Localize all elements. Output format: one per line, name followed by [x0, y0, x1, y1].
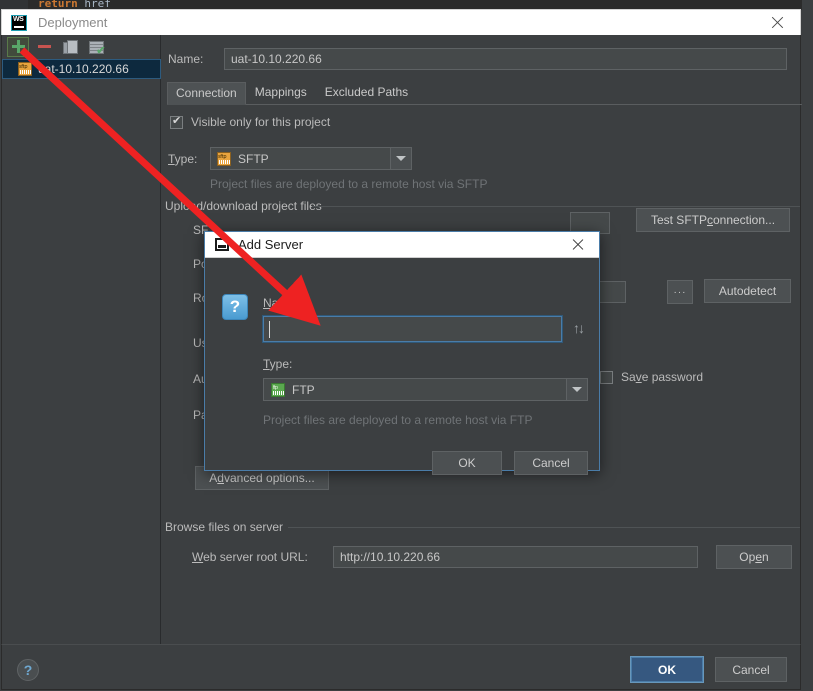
window-title: Deployment	[38, 15, 108, 30]
visible-only-checkbox[interactable]	[170, 115, 183, 129]
type-hint: Project files are deployed to a remote h…	[210, 177, 488, 191]
add-server-dialog: Add Server ? Name: ↑↓ Type: FTP Project …	[204, 231, 600, 475]
settings-tabs: Connection Mappings Excluded Paths	[167, 82, 802, 105]
web-root-input[interactable]: http://10.10.220.66	[333, 546, 698, 568]
add-server-body: ? Name: ↑↓ Type: FTP Project files are d…	[205, 258, 599, 475]
tab-mappings[interactable]: Mappings	[246, 81, 316, 104]
copy-icon	[63, 39, 78, 54]
add-server-button[interactable]	[7, 36, 29, 57]
server-icon	[215, 238, 229, 251]
visible-only-checkbox-row[interactable]: Visible only for this project	[170, 115, 330, 129]
question-mark-icon[interactable]: ?	[222, 294, 248, 320]
dialog-footer: ? OK Cancel	[1, 644, 801, 690]
name-row: Name: uat-10.10.220.66	[168, 48, 787, 70]
ftp-icon	[271, 382, 285, 397]
chevron-down-icon[interactable]	[566, 379, 587, 400]
cancel-button[interactable]: Cancel	[715, 657, 787, 682]
modal-name-input[interactable]	[262, 315, 563, 343]
text-caret	[269, 321, 270, 338]
close-icon[interactable]	[768, 14, 786, 32]
window-titlebar: Deployment	[1, 9, 801, 35]
save-password-label: Save password	[621, 370, 704, 384]
tab-connection[interactable]: Connection	[167, 82, 246, 105]
sftp-icon	[18, 62, 32, 76]
name-input[interactable]: uat-10.10.220.66	[224, 48, 787, 70]
deployment-dialog-window: return href Deployment uat-10.10.220.66	[0, 0, 813, 691]
type-combobox[interactable]: SFTP	[210, 147, 412, 170]
tab-excluded-paths[interactable]: Excluded Paths	[316, 81, 417, 104]
remove-server-button[interactable]	[33, 37, 55, 57]
help-button[interactable]: ?	[17, 659, 39, 681]
list-item[interactable]: uat-10.10.220.66	[2, 59, 161, 79]
web-root-label: Web server root URL:	[192, 550, 308, 564]
copy-server-button[interactable]	[59, 37, 81, 57]
modal-cancel-button[interactable]: Cancel	[514, 451, 588, 475]
server-list-toolbar	[2, 35, 161, 58]
up-down-arrows-icon[interactable]: ↑↓	[573, 320, 585, 336]
modal-ok-button[interactable]: OK	[432, 451, 502, 475]
name-label: Name:	[168, 52, 204, 66]
browse-button[interactable]: ···	[667, 280, 693, 304]
modal-type-hint: Project files are deployed to a remote h…	[263, 413, 533, 427]
save-password-checkbox[interactable]	[600, 370, 613, 384]
open-button[interactable]: Op e n	[716, 545, 792, 569]
modal-type-label: Type:	[263, 357, 293, 371]
server-list-panel: uat-10.10.220.66	[2, 35, 161, 644]
browse-group-label: Browse files on server	[165, 520, 284, 534]
chevron-down-icon[interactable]	[390, 148, 411, 169]
set-default-icon	[88, 40, 106, 57]
autodetect-label: Autodetect	[718, 284, 777, 298]
group-divider-2	[288, 527, 800, 528]
test-connection-button[interactable]: Test SFTP c onnection...	[636, 208, 790, 232]
webstorm-logo-icon	[11, 14, 27, 31]
type-row: Type: SFTP	[168, 147, 412, 170]
upload-group-label: Upload/download project files	[165, 199, 322, 213]
ok-button[interactable]: OK	[630, 656, 704, 683]
autodetect-button[interactable]: Autodetect	[704, 279, 791, 303]
save-password-row[interactable]: Save password	[600, 370, 703, 384]
type-label: Type:	[168, 151, 198, 166]
editor-right-edge	[802, 0, 813, 10]
add-server-titlebar: Add Server	[205, 232, 599, 258]
modal-type-combobox[interactable]: FTP	[263, 378, 588, 401]
group-divider	[312, 206, 800, 207]
server-name: uat-10.10.220.66	[38, 62, 129, 76]
close-icon[interactable]	[570, 237, 586, 253]
plus-icon	[11, 40, 25, 53]
type-value: SFTP	[238, 151, 269, 166]
sftp-icon	[217, 151, 231, 166]
modal-type-value: FTP	[292, 382, 315, 397]
add-server-title: Add Server	[238, 237, 304, 252]
set-default-server-button[interactable]	[85, 37, 107, 57]
modal-name-label: Name:	[263, 296, 299, 310]
minus-icon	[37, 45, 51, 48]
visible-only-label: Visible only for this project	[191, 115, 331, 129]
web-root-row: Web server root URL: http://10.10.220.66	[192, 546, 698, 568]
dialog-body: uat-10.10.220.66 Name: uat-10.10.220.66 …	[1, 35, 802, 644]
